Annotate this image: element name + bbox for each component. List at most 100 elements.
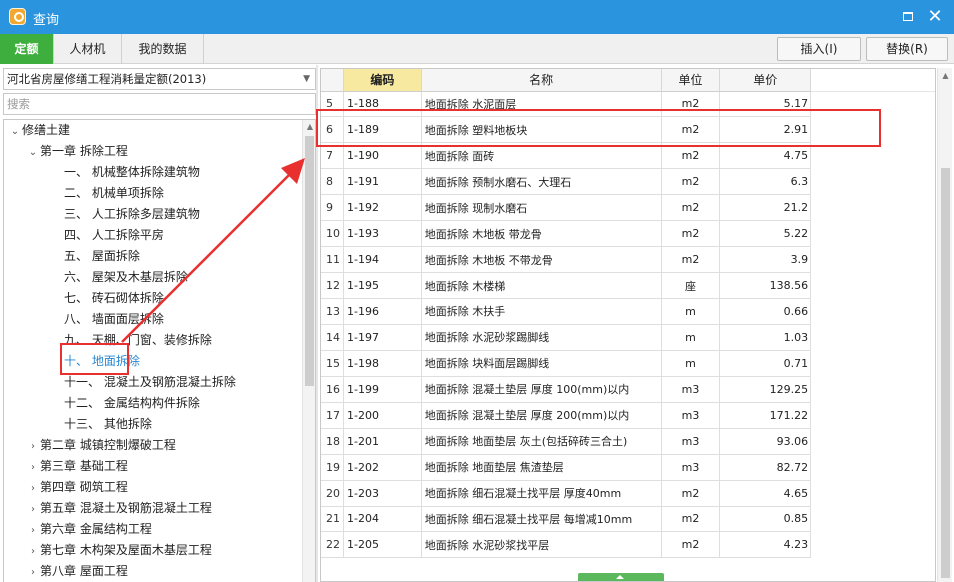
table-row[interactable]: 14 1-197 地面拆除 水泥砂浆踢脚线 m 1.03: [321, 324, 935, 351]
tree-item[interactable]: 十一、 混凝土及钢筋混凝土拆除: [64, 372, 236, 393]
tree-item[interactable]: 四、 人工拆除平房: [64, 225, 164, 246]
quota-library-select[interactable]: 河北省房屋修缮工程消耗量定额(2013) ▼: [3, 68, 316, 90]
unit-cell: m2: [661, 246, 721, 274]
table-row[interactable]: 15 1-198 地面拆除 块料面层踢脚线 m 0.71: [321, 350, 935, 377]
chevron-down-icon[interactable]: ⌄: [26, 142, 40, 163]
scroll-up-arrow-icon[interactable]: ▲: [938, 68, 953, 84]
name-cell: 地面拆除 预制水磨石、大理石: [421, 168, 662, 196]
tree-item[interactable]: 十、 地面拆除: [64, 351, 140, 372]
table-row[interactable]: 5 1-188 地面拆除 水泥面层 m2 5.17: [321, 91, 935, 118]
price-cell: 2.91: [719, 116, 812, 144]
name-cell: 地面拆除 塑料地板块: [421, 116, 662, 144]
filler-cell: [811, 350, 935, 376]
table-row[interactable]: 9 1-192 地面拆除 现制水磨石 m2 21.2: [321, 194, 935, 222]
tree-item[interactable]: › 第八章 屋面工程: [26, 561, 128, 582]
right-panel: 编码 名称 单位 单价 5 1-188 地面拆除 水泥面层 m2 5.17 6 1-189 地…: [318, 65, 954, 582]
tree-item[interactable]: 九、 天棚、门窗、装修拆除: [64, 330, 212, 351]
header-name[interactable]: 名称: [421, 69, 662, 92]
header-index: [321, 69, 344, 92]
table-row[interactable]: 13 1-196 地面拆除 木扶手 m 0.66: [321, 298, 935, 325]
replace-button[interactable]: 替换(R): [866, 37, 948, 61]
table-row[interactable]: 12 1-195 地面拆除 木楼梯座 138.56: [321, 272, 935, 299]
tree-item[interactable]: › 第六章 金属结构工程: [26, 519, 152, 540]
tree-item[interactable]: › 第七章 木构架及屋面木基层工程: [26, 540, 212, 561]
table-row[interactable]: 11 1-194 地面拆除 木地板 不带龙骨 m2 3.9: [321, 246, 935, 274]
tab-quota[interactable]: 定额: [0, 34, 54, 64]
header-price[interactable]: 单价: [719, 69, 812, 92]
tree-item-label: 第五章 混凝土及钢筋混凝土工程: [40, 501, 212, 515]
tab-labor-material-machine[interactable]: 人材机: [54, 34, 122, 64]
left-panel: 河北省房屋修缮工程消耗量定额(2013) ▼ ⌄修缮土建⌄第一章 拆除工程一、 …: [0, 65, 318, 582]
tree-item[interactable]: › 第二章 城镇控制爆破工程: [26, 435, 176, 456]
tree-item[interactable]: 六、 屋架及木基层拆除: [64, 267, 188, 288]
tree-item[interactable]: 七、 砖石砌体拆除: [64, 288, 164, 309]
table-row[interactable]: 22 1-205 地面拆除 水泥砂浆找平层 m2 4.23: [321, 531, 935, 559]
unit-cell: m3: [661, 428, 721, 455]
table-row[interactable]: 17 1-200 地面拆除 混凝土垫层 厚度 200(mm)以内 m3 171.22: [321, 402, 935, 429]
tree-scroll-thumb[interactable]: [305, 136, 314, 386]
chevron-right-icon[interactable]: ›: [26, 499, 40, 520]
table-row[interactable]: 19 1-202 地面拆除 地面垫层 焦渣垫层 m3 82.72: [321, 454, 935, 481]
table-row[interactable]: 16 1-199 地面拆除 混凝土垫层 厚度 100(mm)以内 m3 129.25: [321, 376, 935, 403]
header-unit[interactable]: 单位: [661, 69, 721, 92]
grid-scrollbar[interactable]: ▲: [937, 68, 952, 582]
table-row[interactable]: 10 1-193 地面拆除 木地板 带龙骨 m2 5.22: [321, 220, 935, 248]
grid-scroll-thumb[interactable]: [941, 168, 950, 578]
search-input[interactable]: [3, 93, 316, 115]
tree-item[interactable]: › 第五章 混凝土及钢筋混凝土工程: [26, 498, 212, 519]
chevron-down-icon[interactable]: ⌄: [8, 121, 22, 142]
unit-cell: m3: [661, 454, 721, 481]
row-index-cell: 19: [321, 454, 344, 481]
code-cell: 1-194: [343, 246, 422, 274]
insert-button[interactable]: 插入(I): [777, 37, 861, 61]
code-cell: 1-197: [343, 324, 422, 351]
chevron-right-icon[interactable]: ›: [26, 436, 40, 457]
unit-cell: m2: [661, 168, 721, 196]
chevron-right-icon[interactable]: ›: [26, 478, 40, 499]
chapter-tree: ⌄ 修缮土建 ⌄ 第一章 拆除工程 一、 机械整体拆除建筑物 二、 机械单项拆除 三、 人工…: [3, 119, 316, 582]
tree-item[interactable]: › 第四章 砌筑工程: [26, 477, 128, 498]
tree-item[interactable]: 八、 墙面面层拆除: [64, 309, 164, 330]
tree-scrollbar[interactable]: ▲: [302, 120, 315, 582]
tree-item[interactable]: 十二、 金属结构构件拆除: [64, 393, 200, 414]
code-cell: 1-192: [343, 194, 422, 222]
header-code[interactable]: 编码: [343, 69, 422, 92]
code-cell: 1-203: [343, 480, 422, 507]
table-row[interactable]: 20 1-203 地面拆除 细石混凝土找平层 厚度40mm m2 4.65: [321, 480, 935, 507]
unit-cell: m2: [661, 116, 721, 144]
code-cell: 1-196: [343, 298, 422, 325]
table-row[interactable]: 7 1-190 地面拆除 面砖 m2 4.75: [321, 142, 935, 170]
tree-item[interactable]: 一、 机械整体拆除建筑物: [64, 162, 200, 183]
code-cell: 1-199: [343, 376, 422, 403]
tree-item[interactable]: 三、 人工拆除多层建筑物: [64, 204, 200, 225]
table-row[interactable]: 8 1-191 地面拆除 预制水磨石、大理石 m2 6.3: [321, 168, 935, 196]
collapse-handle[interactable]: [578, 573, 664, 581]
tree-item[interactable]: › 第三章 基础工程: [26, 456, 128, 477]
close-icon: ✕: [927, 6, 943, 27]
table-row[interactable]: 21 1-204 地面拆除 细石混凝土找平层 每增减10mm m2 0.85: [321, 506, 935, 533]
close-button[interactable]: ✕: [926, 8, 944, 26]
chevron-right-icon[interactable]: ›: [26, 520, 40, 541]
code-cell: 1-204: [343, 506, 422, 533]
tab-my-data[interactable]: 我的数据: [122, 34, 204, 64]
tree-item-label: 六、 屋架及木基层拆除: [64, 270, 188, 284]
chevron-right-icon[interactable]: ›: [26, 562, 40, 582]
maximize-button[interactable]: [899, 8, 917, 26]
scroll-up-arrow-icon[interactable]: ▲: [303, 120, 315, 134]
tree-item[interactable]: ⌄ 修缮土建: [8, 120, 70, 141]
row-index-cell: 18: [321, 428, 344, 455]
price-cell: 3.9: [719, 246, 812, 274]
code-cell: 1-200: [343, 402, 422, 429]
filler-cell: [811, 480, 935, 506]
tree-item[interactable]: 二、 机械单项拆除: [64, 183, 164, 204]
chevron-right-icon[interactable]: ›: [26, 541, 40, 562]
table-row[interactable]: 18 1-201 地面拆除 地面垫层 灰土(包括碎砖三合土) m3 93.06: [321, 428, 935, 455]
tree-item-label: 四、 人工拆除平房: [64, 228, 164, 242]
tree-item[interactable]: ⌄ 第一章 拆除工程: [26, 141, 128, 162]
chevron-right-icon[interactable]: ›: [26, 457, 40, 478]
name-cell: 地面拆除 木扶手: [421, 298, 662, 325]
tree-item[interactable]: 十三、 其他拆除: [64, 414, 152, 435]
tree-item[interactable]: 五、 屋面拆除: [64, 246, 140, 267]
price-cell: 4.23: [719, 531, 812, 559]
table-row[interactable]: 6 1-189 地面拆除 塑料地板块 m2 2.91: [321, 116, 935, 144]
